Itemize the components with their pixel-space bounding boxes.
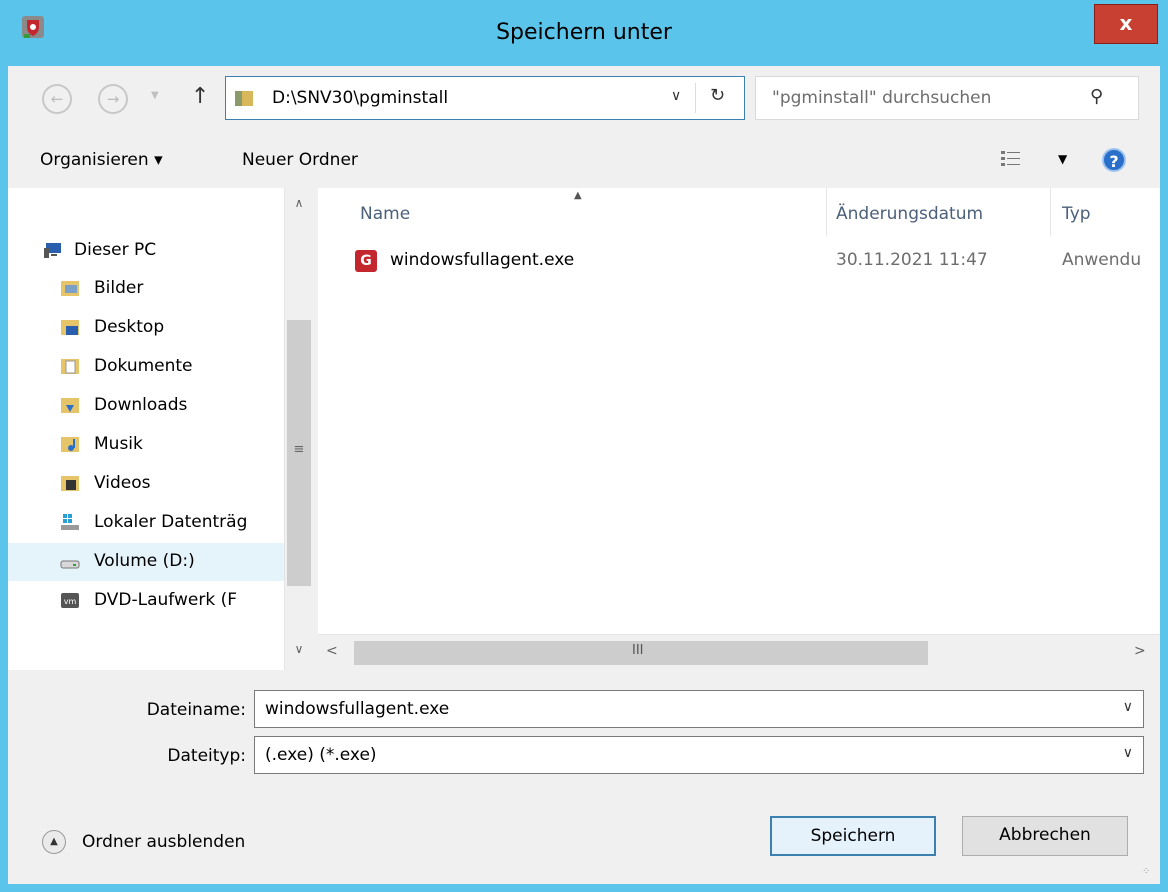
sidebar-item-label: Musik xyxy=(94,434,143,454)
help-icon[interactable]: ? xyxy=(1102,148,1126,172)
nav-vertical-scrollbar[interactable]: ∧ ≡ ∨ xyxy=(284,188,312,670)
table-row[interactable]: G windowsfullagent.exe 30.11.2021 11:47 … xyxy=(318,248,1160,288)
sidebar-item-label: Bilder xyxy=(94,278,144,298)
sidebar-item-label: Videos xyxy=(94,473,151,493)
file-list: ▲ Name Änderungsdatum Typ G windowsfulla… xyxy=(318,188,1160,634)
sidebar-item-label: Lokaler Datenträg xyxy=(94,512,248,532)
column-header-date[interactable]: Änderungsdatum xyxy=(836,204,983,224)
sidebar-item-label: Volume (D:) xyxy=(94,551,195,571)
dvd-drive-icon: vm xyxy=(61,593,79,608)
documents-folder-icon xyxy=(61,359,79,374)
sidebar-item-lokaler-datentraeger[interactable]: Lokaler Datenträg xyxy=(8,504,284,542)
navigation-pane: Dieser PC Bilder Desktop Dokumente Downl… xyxy=(8,188,312,670)
up-arrow-icon[interactable]: ↑ xyxy=(191,84,209,109)
sidebar-item-label: Downloads xyxy=(94,395,188,415)
scroll-grip-icon: III xyxy=(632,643,644,658)
file-date: 30.11.2021 11:47 xyxy=(836,250,988,270)
filename-field[interactable]: windowsfullagent.exe ∨ xyxy=(254,690,1144,728)
save-as-dialog: Speichern unter x ← → ▼ ↑ D:\SNV30\pgmin… xyxy=(0,0,1168,892)
drive-icon xyxy=(60,560,80,569)
sidebar-item-downloads[interactable]: Downloads xyxy=(8,387,284,425)
address-divider xyxy=(695,83,696,113)
search-icon[interactable]: ⚲ xyxy=(1090,86,1103,107)
sidebar-item-desktop[interactable]: Desktop xyxy=(8,309,284,347)
search-input[interactable]: "pgminstall" durchsuchen ⚲ xyxy=(755,76,1139,120)
scroll-grip-icon: ≡ xyxy=(293,442,305,457)
desktop-folder-icon xyxy=(61,320,79,335)
search-placeholder: "pgminstall" durchsuchen xyxy=(772,88,992,108)
sidebar-item-label: Dieser PC xyxy=(74,240,157,260)
sidebar-item-volume-d[interactable]: Volume (D:) xyxy=(8,543,284,581)
hide-folders-label: Ordner ausblenden xyxy=(82,832,246,852)
sidebar-item-label: Dokumente xyxy=(94,356,193,376)
file-type: Anwendu xyxy=(1062,250,1142,270)
dialog-client-area: ← → ▼ ↑ D:\SNV30\pgminstall ∨ ↻ "pgminst… xyxy=(8,66,1160,884)
folder-icon xyxy=(235,91,253,106)
sort-ascending-icon: ▲ xyxy=(574,190,582,201)
filetype-label: Dateityp: xyxy=(167,746,246,766)
column-divider xyxy=(826,188,827,236)
view-options-icon[interactable] xyxy=(1000,149,1022,169)
sidebar-item-dokumente[interactable]: Dokumente xyxy=(8,348,284,386)
cancel-button[interactable]: Abbrechen xyxy=(962,816,1128,856)
column-divider xyxy=(1050,188,1051,236)
organize-button[interactable]: Organisieren ▾ xyxy=(40,150,163,170)
collapse-icon: ▲ xyxy=(42,830,66,854)
forward-button[interactable]: → xyxy=(98,84,128,114)
command-toolbar: Organisieren ▾ Neuer Ordner ▼ ? xyxy=(8,130,1160,188)
scroll-left-icon[interactable]: < xyxy=(326,643,338,659)
sidebar-item-musik[interactable]: Musik xyxy=(8,426,284,464)
filetype-value: (.exe) (*.exe) xyxy=(265,745,377,765)
save-button[interactable]: Speichern xyxy=(770,816,936,856)
sidebar-item-label: Desktop xyxy=(94,317,165,337)
sidebar-item-dieser-pc[interactable]: Dieser PC xyxy=(8,232,284,270)
address-bar[interactable]: D:\SNV30\pgminstall ∨ ↻ xyxy=(225,76,745,120)
filename-value: windowsfullagent.exe xyxy=(265,699,450,719)
scroll-down-icon[interactable]: ∨ xyxy=(285,642,313,656)
sidebar-item-bilder[interactable]: Bilder xyxy=(8,270,284,308)
videos-folder-icon xyxy=(61,476,79,491)
address-path: D:\SNV30\pgminstall xyxy=(272,88,449,108)
computer-icon xyxy=(44,243,61,258)
scroll-thumb[interactable]: III xyxy=(354,641,928,665)
downloads-folder-icon xyxy=(61,398,79,413)
scroll-thumb[interactable]: ≡ xyxy=(287,320,311,586)
back-button[interactable]: ← xyxy=(42,84,72,114)
local-drive-icon xyxy=(61,514,79,530)
new-folder-button[interactable]: Neuer Ordner xyxy=(242,150,358,170)
svg-text:vm: vm xyxy=(64,597,77,606)
pictures-folder-icon xyxy=(61,281,79,296)
chevron-down-icon[interactable]: ∨ xyxy=(1123,745,1133,761)
music-folder-icon xyxy=(61,437,79,452)
filename-label: Dateiname: xyxy=(146,700,246,720)
chevron-down-icon[interactable]: ∨ xyxy=(1123,699,1133,715)
recent-locations-dropdown[interactable]: ▼ xyxy=(151,90,159,101)
column-header-type[interactable]: Typ xyxy=(1062,204,1091,224)
title-bar: Speichern unter x xyxy=(0,0,1168,66)
scroll-up-icon[interactable]: ∧ xyxy=(285,196,313,210)
file-list-horizontal-scrollbar[interactable]: < III > xyxy=(318,634,1160,670)
filetype-select[interactable]: (.exe) (*.exe) ∨ xyxy=(254,736,1144,774)
window-title: Speichern unter xyxy=(496,20,672,45)
sidebar-item-videos[interactable]: Videos xyxy=(8,465,284,503)
refresh-icon[interactable]: ↻ xyxy=(710,85,725,106)
sidebar-item-dvd-laufwerk[interactable]: vm DVD-Laufwerk (F xyxy=(8,582,284,620)
exe-shield-icon: G xyxy=(355,250,377,272)
close-button[interactable]: x xyxy=(1094,4,1158,44)
sidebar-item-label: DVD-Laufwerk (F xyxy=(94,590,238,610)
file-name: windowsfullagent.exe xyxy=(390,250,575,270)
column-header-name[interactable]: Name xyxy=(360,204,410,224)
chevron-down-icon[interactable]: ∨ xyxy=(671,88,681,104)
view-dropdown-icon[interactable]: ▼ xyxy=(1058,152,1067,166)
scroll-right-icon[interactable]: > xyxy=(1134,643,1146,659)
resize-grip-icon[interactable]: ⁘ xyxy=(1142,866,1150,877)
